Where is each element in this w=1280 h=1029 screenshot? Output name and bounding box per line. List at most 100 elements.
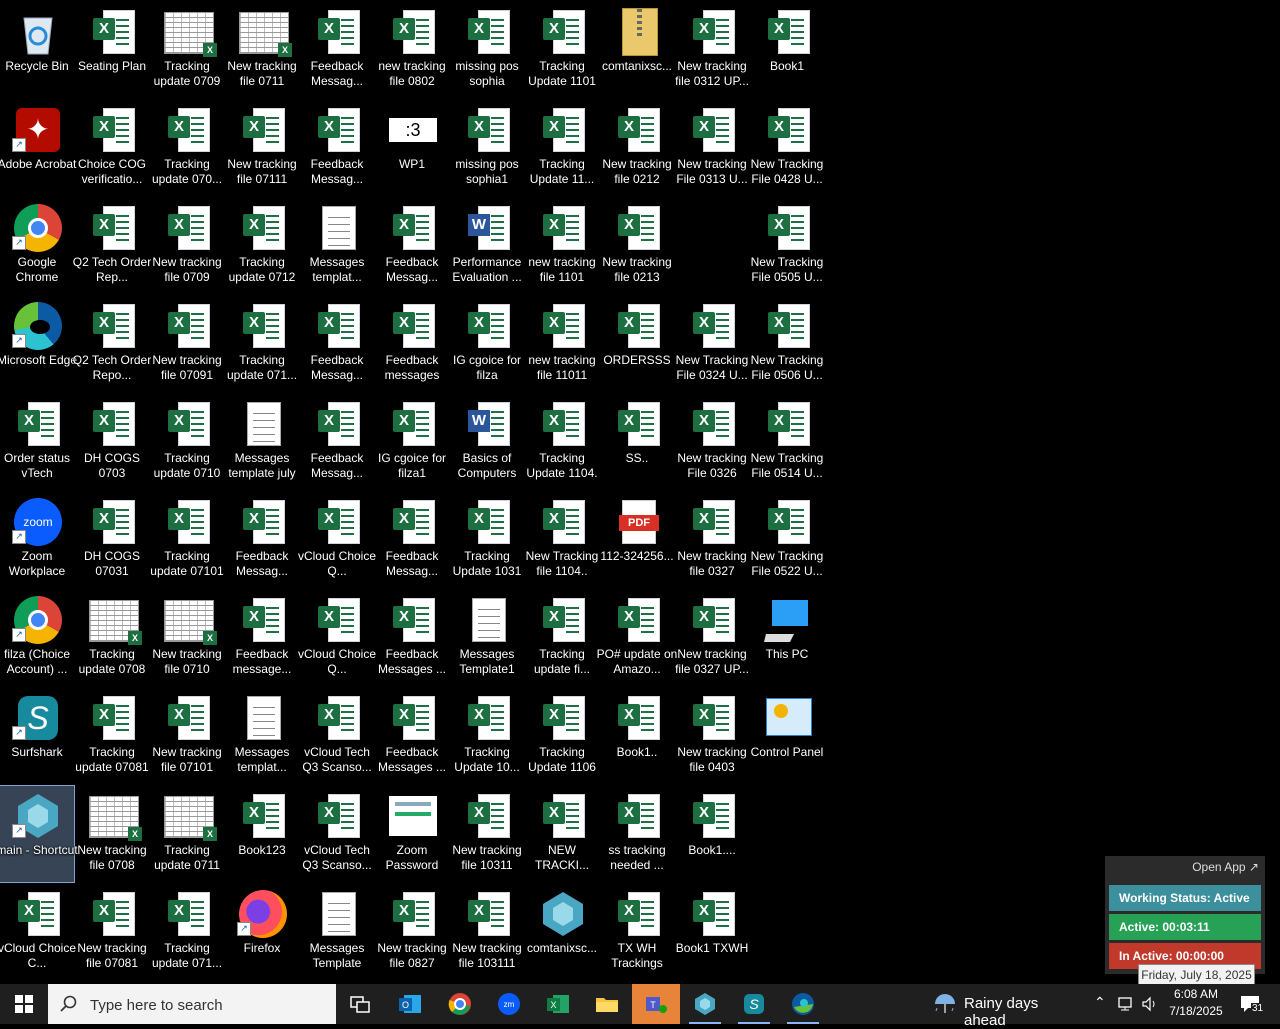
desktop-icon-new-tracking-file-07111[interactable]: X New tracking file 07111 <box>225 100 299 196</box>
desktop-icon-adobe-acrobat[interactable]: ✦ ↗ Adobe Acrobat <box>0 100 76 196</box>
desktop-icon-book1[interactable]: X Book1.. <box>600 688 674 784</box>
desktop-icon-tracking-update-071[interactable]: X Tracking update 071... <box>225 296 299 392</box>
desktop-icon-feedback-message[interactable]: X Feedback message... <box>225 590 299 686</box>
desktop-icon-tracking-update-07101[interactable]: X Tracking update 07101 <box>150 492 224 588</box>
desktop-icon-new-tracking-file-0802[interactable]: Xnew tracking file 0802 <box>375 2 449 98</box>
desktop-icon-feedback-messages[interactable]: X Feedback Messages ... <box>375 688 449 784</box>
open-app-button[interactable]: Open App ↗ <box>1192 860 1259 874</box>
desktop-icon-new-tracking-file-0327[interactable]: X New tracking file 0327 <box>675 492 749 588</box>
desktop-icon-new-tracking-file-07091[interactable]: X New tracking file 07091 <box>150 296 224 392</box>
desktop-icon-comtanixsc[interactable]: comtanixsc... <box>600 2 674 98</box>
desktop-icon-new-tracking-file-0708[interactable]: X New tracking file 0708 <box>75 786 149 882</box>
network-icon[interactable] <box>1117 996 1135 1012</box>
desktop-icon-messages-template1[interactable]: Messages Template1 <box>450 590 524 686</box>
taskbar-outlook-button[interactable]: O <box>386 988 434 1020</box>
desktop-icon-112-324256[interactable]: PDF 112-324256... <box>600 492 674 588</box>
desktop-icon-book1-txwh[interactable]: X Book1 TXWH <box>675 884 749 980</box>
desktop-icon-tracking-update-10[interactable]: X Tracking Update 10... <box>450 688 524 784</box>
desktop-icon-tracking-update-fi[interactable]: X Tracking update fi... <box>525 590 599 686</box>
desktop-icon-tracking-update-0712[interactable]: X Tracking update 0712 <box>225 198 299 294</box>
desktop-icon-vcloud-tech-q3-scanso[interactable]: XvCloud Tech Q3 Scanso... <box>300 688 374 784</box>
desktop-icon-new-tracking-file-07101[interactable]: X New tracking file 07101 <box>150 688 224 784</box>
desktop-icon-book123[interactable]: X Book123 <box>225 786 299 882</box>
desktop-icon-microsoft-edge[interactable]: ↗ Microsoft Edge <box>0 296 77 392</box>
desktop-icon-control-panel[interactable]: Control Panel <box>750 688 824 784</box>
desktop-icon-google-chrome[interactable]: ↗ Google Chrome <box>0 198 74 294</box>
desktop-icon-new-tracking-file-0213[interactable]: X New tracking file 0213 <box>600 198 674 294</box>
desktop-icon-feedback-messag[interactable]: X Feedback Messag... <box>375 198 449 294</box>
desktop-icon-dh-cogs-07031[interactable]: X DH COGS 07031 <box>75 492 149 588</box>
desktop-icon-order-status-vtech[interactable]: X Order status vTech <box>0 394 74 490</box>
desktop-icon-tracking-update-0710[interactable]: X Tracking update 0710 <box>150 394 224 490</box>
desktop-icon-new-tracking-file-10311[interactable]: X New tracking file 10311 <box>450 786 524 882</box>
desktop-icon-feedback-messages[interactable]: X Feedback messages <box>375 296 449 392</box>
desktop-icon-new-tracking-file-0827[interactable]: X New tracking file 0827 <box>375 884 449 980</box>
desktop-icon-new-tracking-file-0403[interactable]: X New tracking file 0403 <box>675 688 749 784</box>
desktop-icon-basics-of-computers[interactable]: W Basics of Computers <box>450 394 524 490</box>
taskbar-search-box[interactable] <box>48 984 336 1024</box>
desktop-icon-feedback-messag[interactable]: X Feedback Messag... <box>300 100 374 196</box>
desktop-icon-feedback-messages[interactable]: X Feedback Messages ... <box>375 590 449 686</box>
desktop-icon-surfshark[interactable]: S ↗ Surfshark <box>0 688 74 784</box>
desktop-icon-tracking-update-0709[interactable]: X Tracking update 0709 <box>150 2 224 98</box>
desktop-icon-feedback-messag[interactable]: X Feedback Messag... <box>300 296 374 392</box>
desktop-icon-tracking-update-11[interactable]: X Tracking Update 11... <box>525 100 599 196</box>
show-hidden-icons-chevron-icon[interactable]: ⌃ <box>1094 994 1106 1011</box>
desktop-icon-seating-plan[interactable]: X Seating Plan <box>75 2 149 98</box>
desktop-icon-po-update-on-amazo[interactable]: X PO# update on Amazo... <box>597 590 677 686</box>
desktop-icon-vcloud-tech-q3-scanso[interactable]: XvCloud Tech Q3 Scanso... <box>300 786 374 882</box>
desktop-icon-q2-tech-order-rep[interactable]: X Q2 Tech Order Rep... <box>73 198 151 294</box>
desktop-icon-new-tracking-file-0212[interactable]: X New tracking file 0212 <box>600 100 674 196</box>
desktop-icon-new-tracking-file-1101[interactable]: Xnew tracking file 1101 <box>525 198 599 294</box>
desktop-icon-new-tracking-file-1104[interactable]: X New Tracking file 1104.. <box>525 492 599 588</box>
desktop-icon-book1[interactable]: X Book1.... <box>675 786 749 882</box>
desktop-icon-tracking-update-07081[interactable]: X Tracking update 07081 <box>75 688 149 784</box>
desktop-icon-new-tracking-file-0505-u[interactable]: X New Tracking File 0505 U... <box>750 198 824 294</box>
desktop-icon-filza-choice-account[interactable]: ↗ filza (Choice Account) ... <box>0 590 74 686</box>
desktop-icon-new-tracking-file-0709[interactable]: X New tracking file 0709 <box>150 198 224 294</box>
taskbar-task-view-button[interactable] <box>336 988 384 1020</box>
desktop-icon-q2-tech-order-repo[interactable]: X Q2 Tech Order Repo... <box>73 296 151 392</box>
taskbar-main-app-button[interactable] <box>681 988 729 1024</box>
desktop-icon-new-tracking-file-0711[interactable]: X New tracking file 0711 <box>225 2 299 98</box>
desktop-icon-tracking-update-1031[interactable]: X Tracking Update 1031 <box>450 492 524 588</box>
desktop-icon-ig-cgoice-for-filza1[interactable]: X IG cgoice for filza1 <box>375 394 449 490</box>
desktop-icon-messages-template-july[interactable]: Messages template july <box>225 394 299 490</box>
desktop-icon-new-tracking-file-0710[interactable]: X New tracking file 0710 <box>150 590 224 686</box>
taskbar-surfshark-button[interactable]: S <box>730 988 778 1024</box>
desktop-icon-new-tracking-file-07081[interactable]: X New tracking file 07081 <box>75 884 149 980</box>
desktop-icon-tracking-update-1104[interactable]: X Tracking Update 1104. <box>525 394 599 490</box>
desktop-icon-new-tracki[interactable]: X NEW TRACKI... <box>525 786 599 882</box>
desktop-icon-vcloud-choice-q[interactable]: XvCloud Choice Q... <box>298 590 376 686</box>
taskbar-teams-button[interactable]: T <box>632 984 680 1024</box>
desktop-icon-choice-cog-verificatio[interactable]: X Choice COG verificatio... <box>75 100 149 196</box>
desktop-icon-comtanixsc[interactable]: comtanixsc... <box>525 884 599 980</box>
desktop-icon-messages-templat[interactable]: Messages templat... <box>225 688 299 784</box>
desktop-icon-feedback-messag[interactable]: X Feedback Messag... <box>300 2 374 98</box>
taskbar-edge-button[interactable] <box>779 988 827 1024</box>
desktop-icon-ss[interactable]: X SS.. <box>600 394 674 490</box>
desktop-icon-vcloud-choice-q[interactable]: XvCloud Choice Q... <box>298 492 376 588</box>
desktop-icon-firefox[interactable]: ↗ Firefox <box>225 884 299 980</box>
desktop-icon-new-tracking-file-11011[interactable]: Xnew tracking file 11011 <box>525 296 599 392</box>
desktop-icon-feedback-messag[interactable]: X Feedback Messag... <box>225 492 299 588</box>
desktop-icon-book1[interactable]: X Book1 <box>750 2 824 98</box>
desktop-icon-tracking-update-0711[interactable]: X Tracking update 0711 <box>150 786 224 882</box>
start-button[interactable] <box>0 984 48 1024</box>
desktop-icon-new-tracking-file-0522-u[interactable]: X New Tracking File 0522 U... <box>750 492 824 588</box>
desktop-icon-vcloud-choice-c[interactable]: XvCloud Choice C... <box>0 884 76 980</box>
desktop-icon-this-pc[interactable]: This PC <box>750 590 824 686</box>
desktop-icon-new-tracking-file-0313-u[interactable]: X New tracking File 0313 U... <box>675 100 749 196</box>
desktop-icon-tracking-update-071[interactable]: X Tracking update 071... <box>150 884 224 980</box>
desktop-icon-recycle-bin[interactable]: Recycle Bin <box>0 2 74 98</box>
desktop-icon-wp1[interactable]: :3 WP1 <box>375 100 449 196</box>
taskbar-excel-button[interactable]: X <box>534 988 582 1020</box>
desktop-icon-dh-cogs-0703[interactable]: X DH COGS 0703 <box>75 394 149 490</box>
desktop-icon-zoom-workplace[interactable]: zoom ↗ Zoom Workplace <box>0 492 74 588</box>
desktop-icon-feedback-messag[interactable]: X Feedback Messag... <box>300 394 374 490</box>
desktop-icon-new-tracking-file-103111[interactable]: X New tracking file 103111 <box>450 884 524 980</box>
taskbar-zoom-button[interactable]: zm <box>485 988 533 1020</box>
desktop-icon-main-shortcut[interactable]: ↗ main - Shortcut <box>0 785 78 883</box>
desktop-icon-tracking-update-0708[interactable]: X Tracking update 0708 <box>75 590 149 686</box>
taskbar-chrome-button[interactable] <box>436 988 484 1020</box>
